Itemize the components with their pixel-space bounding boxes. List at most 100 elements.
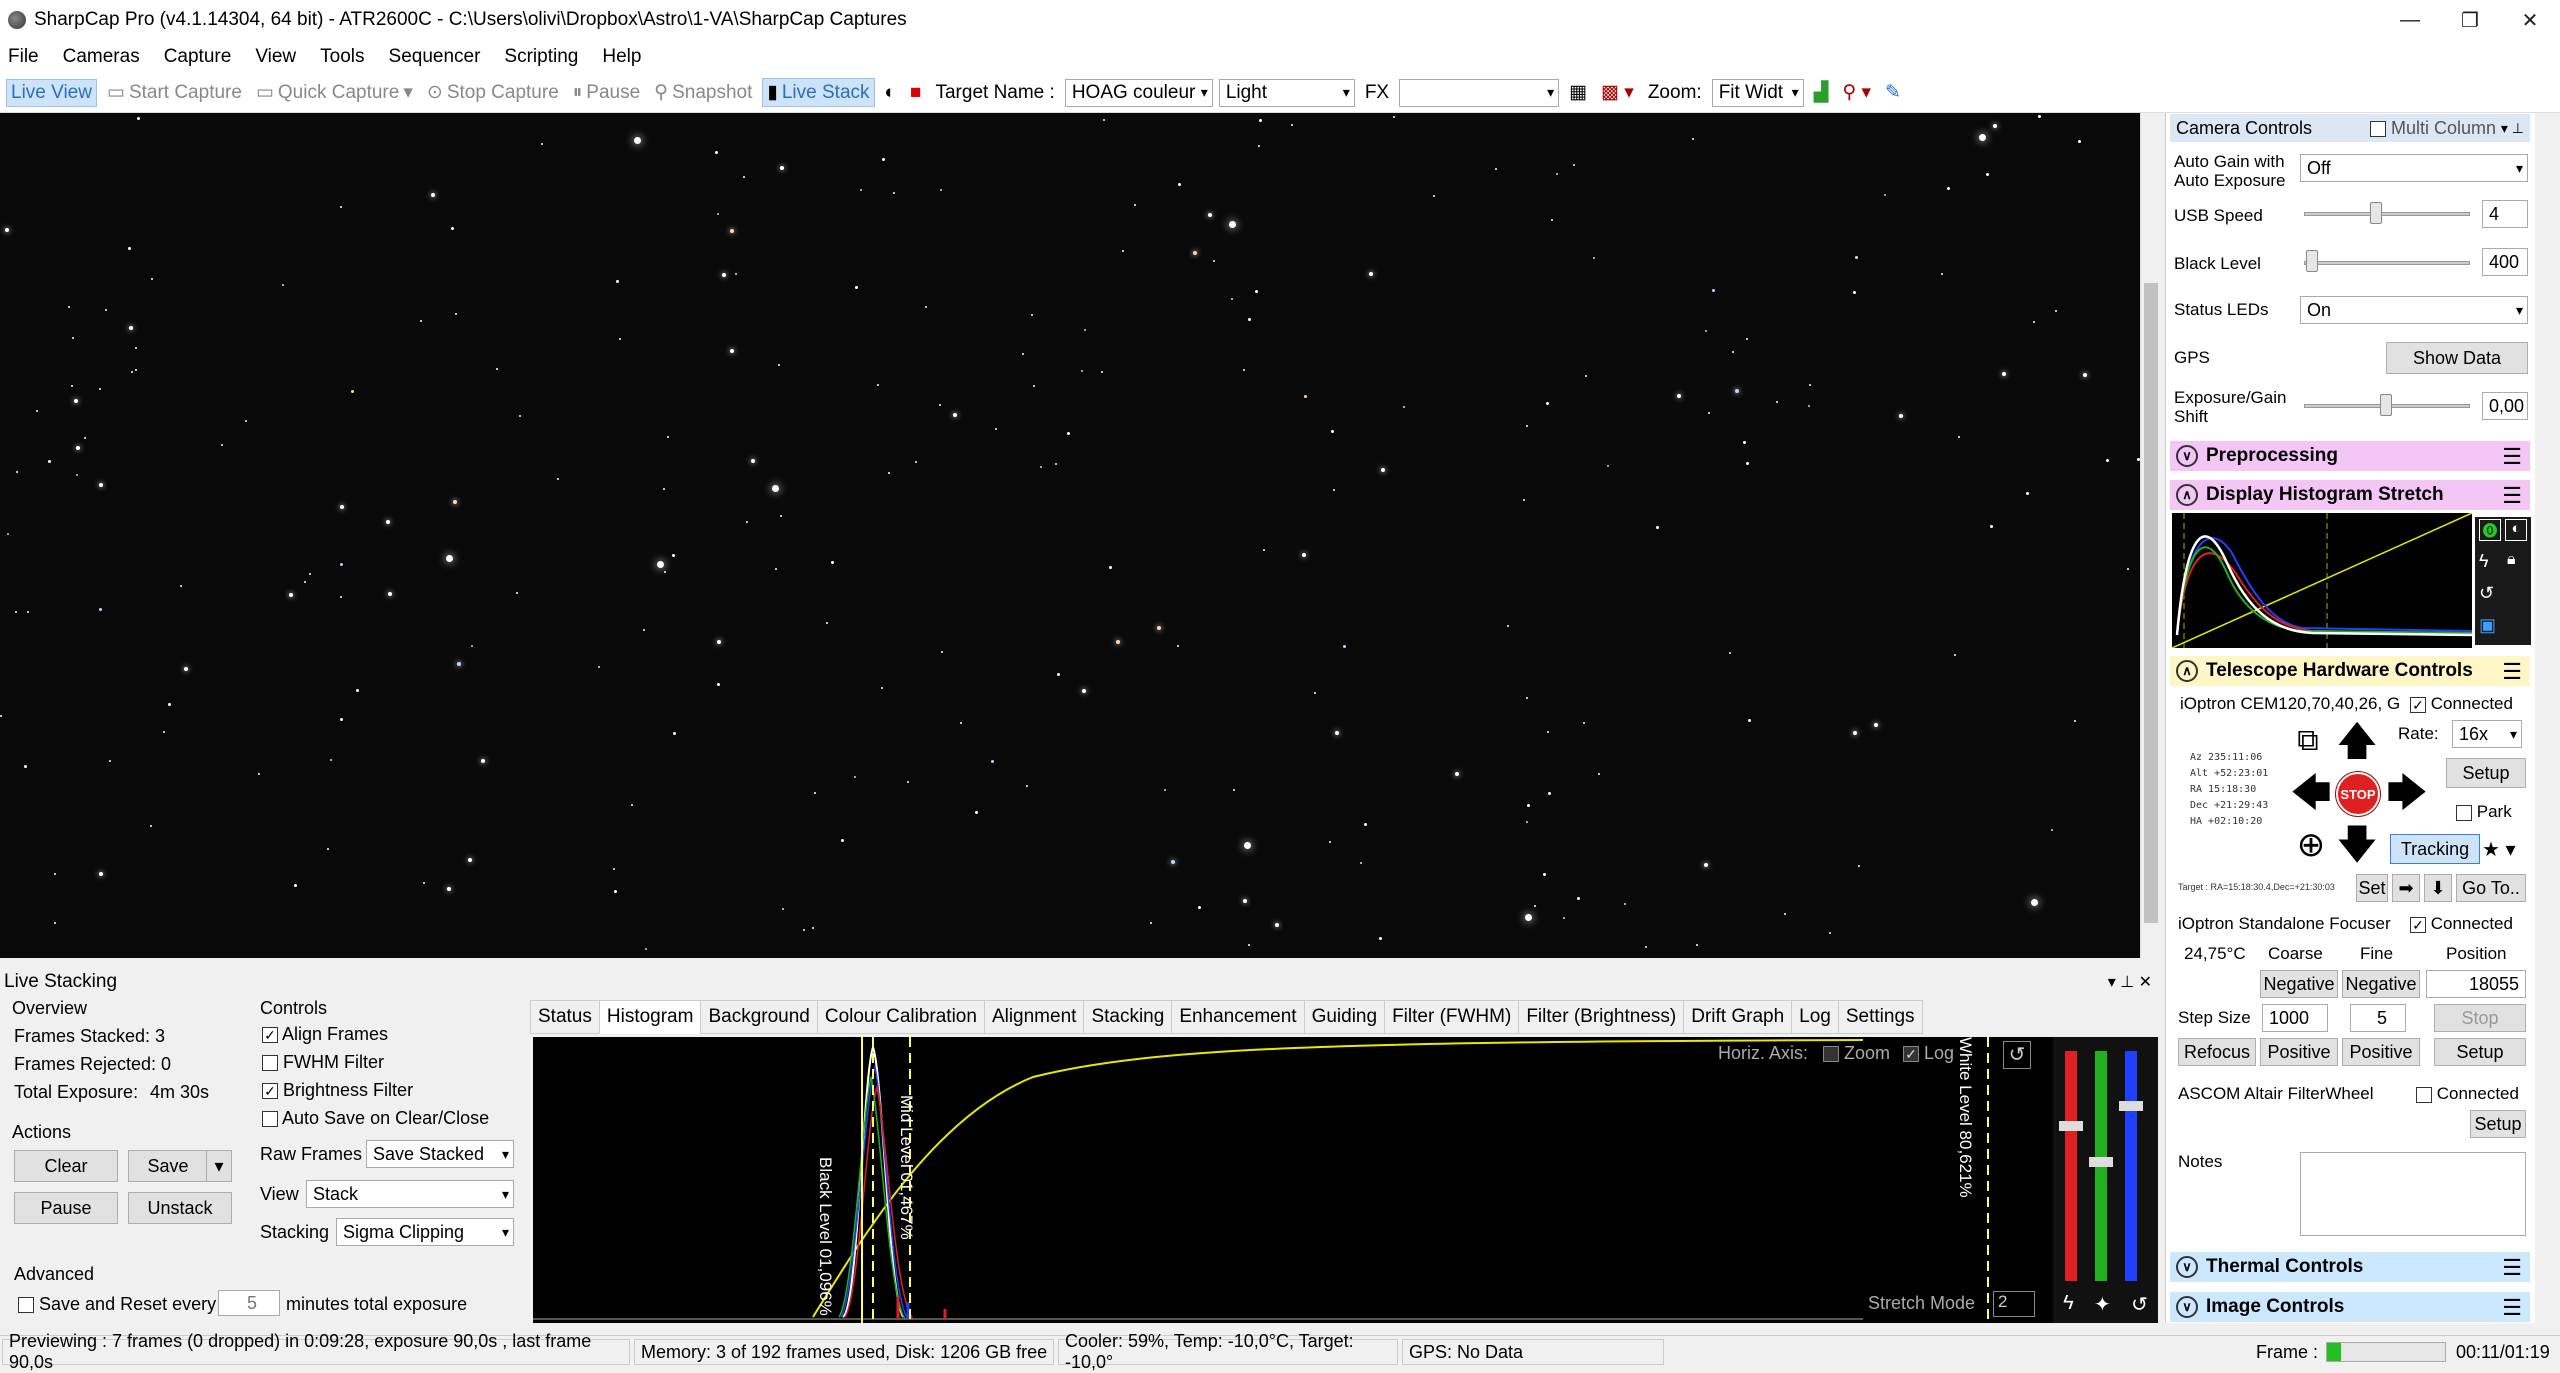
pause-button[interactable]: ⏸ Pause: [569, 80, 644, 106]
image-controls-section[interactable]: ∨ Image Controls ☰: [2170, 1292, 2530, 1322]
focuser-connected-checkbox[interactable]: ✓: [2410, 916, 2426, 933]
quick-capture-button[interactable]: ▭ Quick Capture ▾: [252, 79, 417, 106]
save-button[interactable]: Save: [128, 1150, 208, 1182]
stretch-mode-input[interactable]: 2: [1993, 1291, 2035, 1317]
set-button[interactable]: Set: [2356, 874, 2388, 902]
show-data-button[interactable]: Show Data: [2386, 342, 2528, 374]
menu-tools[interactable]: Tools: [320, 46, 364, 68]
focuser-stop-button[interactable]: Stop: [2434, 1004, 2526, 1032]
tab-guiding[interactable]: Guiding: [1303, 1000, 1386, 1034]
raw-frames-select[interactable]: Save Stacked: [366, 1140, 514, 1168]
mount-setup-button[interactable]: Setup: [2446, 758, 2526, 788]
fine-step-input[interactable]: 5: [2350, 1004, 2406, 1032]
goto-button[interactable]: Go To..: [2456, 874, 2526, 902]
expand-icon[interactable]: ∨: [2176, 1296, 2198, 1318]
brightness-filter-toggle[interactable]: ✓ Brightness Filter: [262, 1080, 413, 1101]
collapse-icon[interactable]: ∧: [2176, 660, 2198, 682]
magnifier-icon[interactable]: ⚲ ▾: [1838, 79, 1875, 106]
status-leds-select[interactable]: On: [2300, 296, 2528, 324]
arrow-right-icon[interactable]: 🡆: [2384, 770, 2430, 816]
clear-button[interactable]: Clear: [14, 1150, 118, 1182]
menu-icon[interactable]: ☰: [2502, 444, 2522, 470]
filterwheel-connected-toggle[interactable]: Connected: [2416, 1084, 2519, 1104]
record-icon[interactable]: ■: [906, 80, 925, 106]
stack-histogram[interactable]: Black Level 01,096% Mid Level 01,467% Wh…: [533, 1037, 2158, 1323]
menu-file[interactable]: File: [8, 46, 39, 68]
menu-icon[interactable]: ☰: [2502, 1295, 2522, 1321]
focuser-setup-button[interactable]: Setup: [2434, 1038, 2526, 1066]
reset-icon[interactable]: ↺: [2131, 1292, 2148, 1322]
brightness-filter-checkbox[interactable]: ✓: [262, 1083, 278, 1100]
view-select[interactable]: Stack: [306, 1180, 514, 1208]
expand-icon[interactable]: ∨: [2176, 1256, 2198, 1278]
preprocessing-section[interactable]: ∨ Preprocessing ☰: [2170, 441, 2530, 471]
log-toggle[interactable]: ✓ Log: [1903, 1043, 1954, 1064]
stacking-select[interactable]: Sigma Clipping: [336, 1218, 514, 1246]
tab-histogram[interactable]: Histogram: [598, 1000, 702, 1034]
reset-histogram-icon[interactable]: ↺: [2003, 1041, 2031, 1069]
green-slider-thumb[interactable]: [2089, 1157, 2113, 1167]
mount-connected-checkbox[interactable]: ✓: [2410, 696, 2426, 713]
auto-save-checkbox[interactable]: [262, 1111, 278, 1128]
tab-enhancement[interactable]: Enhancement: [1171, 1000, 1305, 1034]
menu-icon[interactable]: ☰: [2502, 483, 2522, 509]
target-name-combo[interactable]: HOAG couleur: [1064, 78, 1213, 107]
align-frames-toggle[interactable]: ✓ Align Frames: [262, 1024, 388, 1045]
lock-icon[interactable]: 🔒︎: [2507, 551, 2516, 569]
star-icon[interactable]: ★ ▾: [2482, 834, 2526, 864]
save-reset-toggle[interactable]: Save and Reset every: [18, 1294, 216, 1315]
controls-scrollbar[interactable]: [2535, 113, 2560, 1323]
expand-icon[interactable]: ∨: [2176, 445, 2198, 467]
blue-slider[interactable]: [2125, 1051, 2137, 1281]
menu-icon[interactable]: ☰: [2502, 1255, 2522, 1281]
fine-negative-button[interactable]: Negative: [2342, 970, 2420, 998]
telescope-section[interactable]: ∧ Telescope Hardware Controls ☰: [2170, 656, 2530, 686]
fwhm-filter-checkbox[interactable]: [262, 1055, 278, 1072]
collapse-icon[interactable]: ∧: [2176, 484, 2198, 506]
menu-icon[interactable]: ☰: [2502, 659, 2522, 685]
arrow-left-icon[interactable]: 🡄: [2288, 770, 2334, 816]
reset-icon[interactable]: ↺: [2479, 583, 2494, 604]
filterwheel-setup-button[interactable]: Setup: [2470, 1110, 2526, 1138]
tab-colour-calibration[interactable]: Colour Calibration: [816, 1000, 985, 1034]
close-icon[interactable]: ✕: [2500, 0, 2560, 40]
scroll-thumb[interactable]: [2144, 283, 2158, 923]
start-capture-button[interactable]: ▭ Start Capture: [103, 79, 246, 106]
tracking-button[interactable]: Tracking: [2390, 834, 2480, 864]
image-vertical-scrollbar[interactable]: [2140, 113, 2160, 958]
restore-icon[interactable]: ❐: [2440, 0, 2500, 40]
notes-textarea[interactable]: [2300, 1152, 2526, 1236]
thermal-section[interactable]: ∨ Thermal Controls ☰: [2170, 1252, 2530, 1282]
menu-cameras[interactable]: Cameras: [63, 46, 140, 68]
save-icon[interactable]: ▣: [2479, 615, 2496, 636]
arrow-down-icon[interactable]: 🡇: [2334, 822, 2380, 868]
histogram-stretch-section[interactable]: ∧ Display Histogram Stretch ☰: [2170, 480, 2530, 510]
sparkle-icon[interactable]: ✦: [2094, 1292, 2111, 1322]
lightning-icon[interactable]: ϟ: [2479, 551, 2489, 572]
dark-frame-icon[interactable]: ◐: [881, 80, 900, 106]
down-arrow-icon[interactable]: ⬇: [2424, 874, 2452, 902]
tab-settings[interactable]: Settings: [1837, 1000, 1923, 1034]
histogram-icon[interactable]: ▟: [1810, 79, 1833, 106]
zoom-checkbox[interactable]: [1823, 1046, 1839, 1063]
save-dropdown-icon[interactable]: ▾: [206, 1150, 232, 1182]
usb-speed-thumb[interactable]: [2370, 202, 2382, 224]
menu-scripting[interactable]: Scripting: [504, 46, 578, 68]
unstack-button[interactable]: Unstack: [128, 1192, 232, 1224]
black-level-thumb[interactable]: [2306, 250, 2318, 272]
slider-tools[interactable]: ϟ ✦ ↺: [2053, 1292, 2158, 1322]
exposure-shift-thumb[interactable]: [2380, 394, 2392, 416]
black-level-marker[interactable]: Black Level 01,096%: [815, 1157, 835, 1316]
save-reset-input[interactable]: 5: [218, 1290, 280, 1316]
panel-window-icons[interactable]: ▾ ⊥ ✕: [2108, 972, 2152, 992]
fx-combo[interactable]: [1399, 78, 1560, 107]
sync-arrow-icon[interactable]: ➡: [2392, 874, 2420, 902]
multi-column-checkbox[interactable]: [2370, 120, 2386, 137]
blue-slider-thumb[interactable]: [2119, 1101, 2143, 1111]
zoom-combo[interactable]: Fit Widt: [1711, 78, 1804, 107]
auto-stretch-icon[interactable]: ⓿: [2479, 519, 2501, 541]
focuser-connected-toggle[interactable]: ✓ Connected: [2410, 914, 2513, 934]
display-settings-icon[interactable]: ▦: [1565, 79, 1591, 106]
tab-filter-brightness[interactable]: Filter (Brightness): [1518, 1000, 1685, 1034]
multi-column-toggle[interactable]: Multi Column: [2370, 118, 2496, 139]
